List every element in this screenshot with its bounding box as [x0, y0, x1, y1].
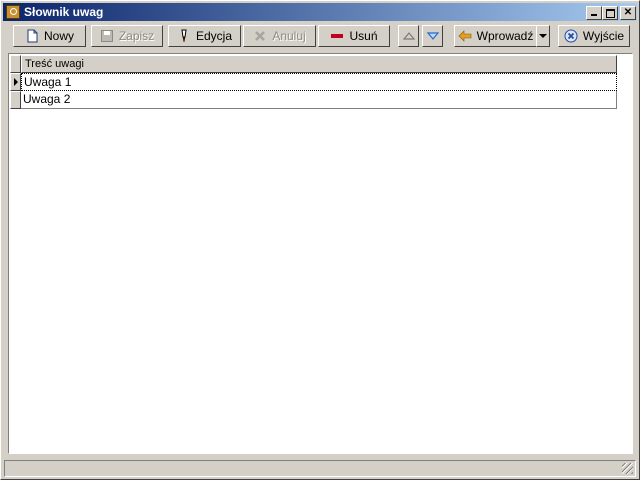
move-down-button[interactable] — [422, 25, 443, 47]
new-document-icon — [27, 29, 38, 43]
cancel-x-icon — [255, 31, 266, 41]
move-up-button[interactable] — [398, 25, 419, 47]
current-row-arrow-icon — [14, 78, 18, 86]
row-cell-text[interactable]: Uwaga 1 — [21, 73, 617, 91]
enter-dropdown-button[interactable] — [536, 25, 550, 47]
window-title: Słownik uwag — [24, 5, 104, 19]
minimize-icon — [591, 14, 597, 16]
enter-button-label: Wprowadź — [476, 29, 534, 43]
new-button[interactable]: Nowy — [13, 25, 86, 47]
arrow-up-icon — [402, 32, 415, 40]
maximize-button[interactable] — [602, 6, 618, 20]
row-indicator[interactable] — [10, 73, 21, 91]
status-bar — [4, 460, 636, 477]
row-indicator[interactable] — [10, 91, 21, 109]
delete-button[interactable]: Usuń — [318, 25, 390, 47]
dropdown-arrow-icon — [539, 34, 547, 38]
new-button-label: Nowy — [43, 29, 74, 43]
grid-header: Treść uwagi — [10, 55, 617, 73]
arrow-left-icon — [458, 30, 471, 42]
title-bar[interactable]: Słownik uwag ✕ — [3, 3, 637, 21]
save-button[interactable]: Zapisz — [91, 25, 163, 47]
exit-button[interactable]: Wyjście — [558, 25, 630, 47]
delete-button-label: Usuń — [349, 29, 378, 43]
exit-button-label: Wyjście — [582, 29, 625, 43]
notes-grid[interactable]: Treść uwagi Uwaga 1 Uwaga 2 — [8, 53, 633, 454]
edit-button-label: Edycja — [195, 29, 233, 43]
enter-button[interactable]: Wprowadź — [454, 25, 537, 47]
edit-button[interactable]: Edycja — [168, 25, 241, 47]
row-cell-text[interactable]: Uwaga 2 — [21, 91, 617, 109]
exit-icon — [564, 29, 578, 43]
header-indicator-cell — [10, 55, 21, 73]
save-icon — [100, 30, 113, 42]
maximize-icon — [605, 9, 615, 18]
minimize-button[interactable] — [586, 6, 602, 20]
table-row[interactable]: Uwaga 2 — [10, 91, 617, 109]
save-button-label: Zapisz — [118, 29, 155, 43]
toolbar: Nowy Zapisz Edycja Anuluj Usuń Wprowadź — [7, 24, 633, 50]
app-icon[interactable] — [6, 5, 20, 19]
table-row[interactable]: Uwaga 1 — [10, 73, 617, 91]
main-window: Słownik uwag ✕ Nowy Zapisz Edycja Anuluj… — [0, 0, 640, 480]
edit-pen-icon — [181, 29, 187, 43]
column-header-content[interactable]: Treść uwagi — [21, 55, 617, 73]
cancel-button-label: Anuluj — [272, 29, 306, 43]
arrow-down-icon — [426, 32, 439, 40]
minus-icon — [331, 34, 344, 38]
close-button[interactable]: ✕ — [620, 6, 636, 20]
cancel-button[interactable]: Anuluj — [243, 25, 316, 47]
resize-grip-icon[interactable] — [622, 463, 633, 474]
close-icon: ✕ — [623, 7, 633, 18]
